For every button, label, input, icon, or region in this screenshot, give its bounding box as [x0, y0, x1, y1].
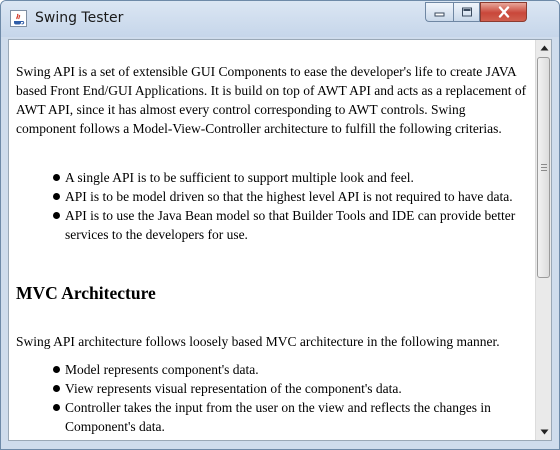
scrollbar-thumb[interactable] [537, 57, 550, 278]
list-item-text: Model represents component's data. [65, 362, 259, 377]
list-item: A single API is to be sufficient to supp… [53, 168, 529, 187]
list-item-text: View represents visual representation of… [65, 381, 402, 396]
list-item: Model represents component's data. [53, 360, 529, 379]
list-item: Controller takes the input from the user… [53, 398, 529, 436]
section-heading: MVC Architecture [16, 283, 156, 303]
list-item-text: API is to be model driven so that the hi… [65, 189, 513, 204]
app-window: Swing Tester Swing API is a set of exten… [0, 0, 560, 450]
mvc-list: Model represents component's data. View … [53, 360, 529, 436]
bullet-icon [53, 385, 60, 392]
minimize-icon [434, 12, 444, 17]
window-title: Swing Tester [35, 10, 124, 26]
vertical-scrollbar[interactable] [535, 40, 551, 440]
bullet-icon [53, 212, 60, 219]
arrow-up-icon [540, 45, 548, 51]
java-cup-icon [10, 10, 27, 27]
list-item-text: A single API is to be sufficient to supp… [65, 170, 414, 185]
list-item-text: Controller takes the input from the user… [65, 400, 491, 434]
scroll-down-button[interactable] [536, 424, 551, 440]
intro-paragraph: Swing API is a set of extensible GUI Com… [16, 64, 527, 136]
content-pane: Swing API is a set of extensible GUI Com… [8, 39, 552, 441]
list-item: API is to be model driven so that the hi… [53, 187, 529, 206]
document-view: Swing API is a set of extensible GUI Com… [9, 40, 535, 440]
list-item: View represents visual representation of… [53, 379, 529, 398]
list-item-text: API is to use the Java Bean model so tha… [65, 208, 516, 242]
title-bar[interactable]: Swing Tester [1, 1, 559, 37]
minimize-button[interactable] [425, 2, 453, 22]
bullet-icon [53, 404, 60, 411]
criteria-list: A single API is to be sufficient to supp… [53, 168, 529, 244]
maximize-icon [461, 7, 472, 17]
arrow-down-icon [540, 429, 548, 435]
close-button[interactable] [480, 2, 527, 22]
bullet-icon [53, 193, 60, 200]
maximize-button[interactable] [453, 2, 480, 22]
scroll-up-button[interactable] [536, 40, 551, 56]
mvc-intro-paragraph: Swing API architecture follows loosely b… [16, 334, 500, 349]
close-icon [498, 6, 509, 18]
bullet-icon [53, 174, 60, 181]
list-item: API is to use the Java Bean model so tha… [53, 206, 529, 244]
bullet-icon [53, 366, 60, 373]
